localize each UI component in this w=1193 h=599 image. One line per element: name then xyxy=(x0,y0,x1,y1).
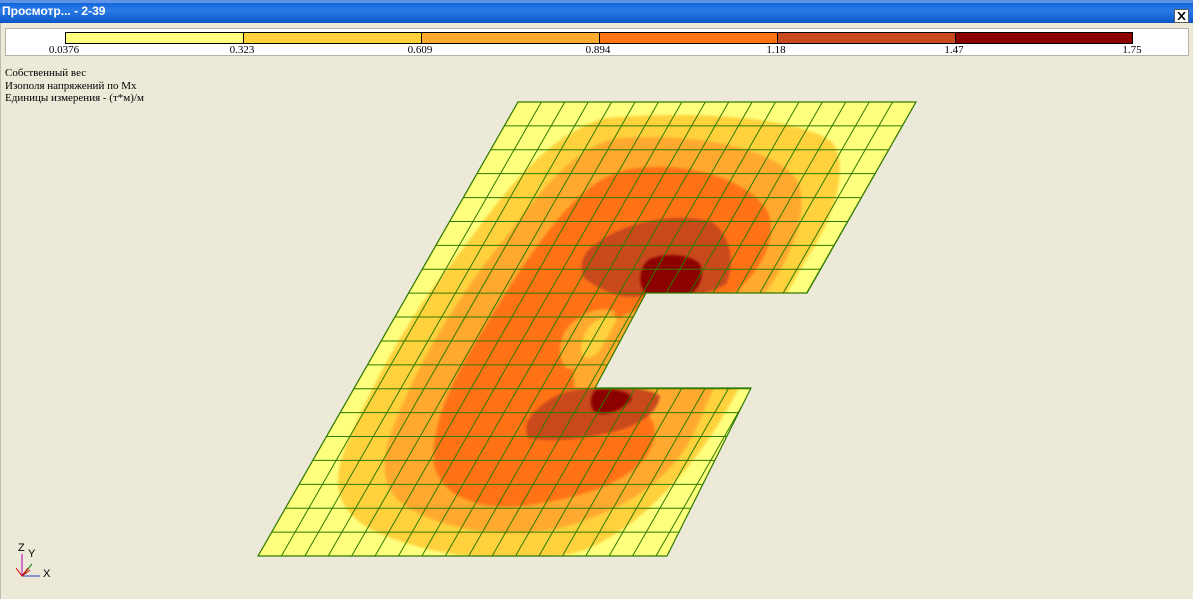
mesh-column-line xyxy=(0,102,190,556)
mesh-column-line xyxy=(258,102,261,556)
mesh-column-line xyxy=(0,102,214,556)
isofield-plot[interactable] xyxy=(0,0,1193,599)
stress-contours xyxy=(258,102,916,556)
mesh-column-line xyxy=(258,102,285,556)
axis-z-label: Z xyxy=(18,542,25,554)
mesh-column-line xyxy=(258,102,332,556)
mesh-column-line xyxy=(258,102,308,556)
mesh-column-line xyxy=(0,102,237,556)
axis-triad: Z Y X xyxy=(15,542,51,580)
axis-x-label: X xyxy=(43,568,51,580)
axis-y-label: Y xyxy=(28,548,36,560)
